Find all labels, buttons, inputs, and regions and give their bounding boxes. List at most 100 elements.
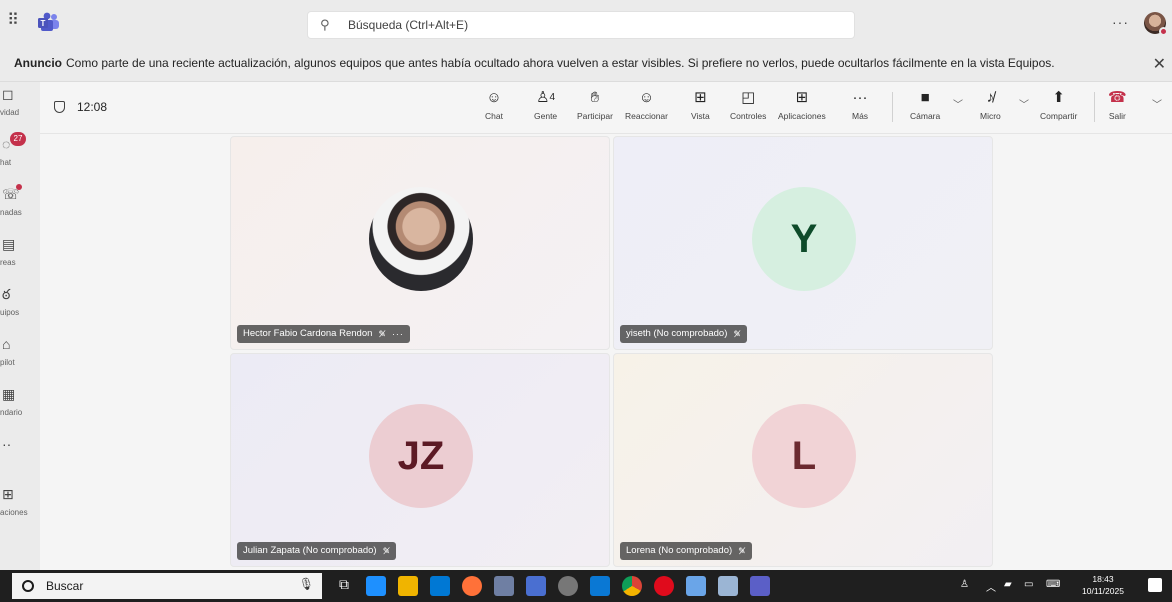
rail-item-teams[interactable]: ఠ uipos bbox=[0, 282, 40, 328]
people-icon: ♙4 bbox=[536, 89, 556, 106]
chrome-icon[interactable] bbox=[622, 576, 642, 596]
app-launcher-icon[interactable]: ⠿ bbox=[4, 12, 22, 30]
rail-item-chat[interactable]: ◌ 27 hat bbox=[0, 132, 40, 178]
controls-button[interactable]: ◰ Controles bbox=[730, 88, 766, 121]
announcement-banner: Anuncio Como parte de una reciente actua… bbox=[0, 44, 1172, 82]
toolbar-divider bbox=[892, 92, 893, 122]
search-icon bbox=[22, 580, 34, 592]
close-icon[interactable]: ✕ bbox=[1153, 54, 1166, 74]
profile-avatar[interactable] bbox=[1144, 12, 1168, 36]
participant-tile[interactable]: Hector Fabio Cardona Rendon ✎̸ ··· bbox=[230, 136, 610, 350]
firefox-icon[interactable] bbox=[462, 576, 482, 596]
bell-icon: ◻ bbox=[2, 86, 14, 102]
app-icon[interactable] bbox=[718, 576, 738, 596]
participant-nameplate: Hector Fabio Cardona Rendon ✎̸ ··· bbox=[237, 325, 410, 343]
presence-busy-icon bbox=[1159, 27, 1168, 36]
mic-muted-icon: ✎̸ bbox=[378, 329, 386, 339]
windows-taskbar: Buscar 🎙︎ ⧉ ♙ ︿ ▰ ▭ ⌨ 18:43 10/11/2025 bbox=[0, 570, 1172, 602]
teams-logo-icon[interactable]: T bbox=[38, 12, 60, 32]
rail-item-calls[interactable]: ☏ nadas bbox=[0, 182, 40, 228]
mic-muted-icon: ✎̸ bbox=[382, 546, 391, 556]
system-clock[interactable]: 18:43 10/11/2025 bbox=[1078, 573, 1128, 597]
copilot-icon: ⌂ bbox=[2, 336, 11, 352]
controls-icon: ◰ bbox=[741, 89, 756, 106]
camera-off-icon: ■ bbox=[920, 89, 930, 106]
react-button[interactable]: ☺ Reaccionar bbox=[625, 88, 668, 121]
chat-button[interactable]: ☺︎ Chat bbox=[485, 88, 503, 121]
add-app-icon: ⊞ bbox=[795, 89, 809, 106]
taskbar-search[interactable]: Buscar 🎙︎ bbox=[12, 573, 322, 599]
emoji-icon: ☺ bbox=[638, 89, 655, 106]
people-tray-icon[interactable]: ♙ bbox=[960, 579, 969, 590]
app-rail: ◻ vidad ◌ 27 hat ☏ nadas ▤ reas ఠ uipos … bbox=[0, 82, 40, 570]
rail-item-tasks[interactable]: ▤ reas bbox=[0, 232, 40, 278]
participant-tile[interactable]: Y yiseth (No comprobado) ✎̸ bbox=[613, 136, 993, 350]
chevron-up-icon[interactable]: ︿ bbox=[986, 579, 996, 594]
share-icon: ⬆ bbox=[1052, 89, 1065, 106]
more-icon: ·· bbox=[2, 436, 12, 452]
mic-chevron-icon[interactable]: ﹀ bbox=[1019, 96, 1029, 111]
video-stage: Hector Fabio Cardona Rendon ✎̸ ··· Y yis… bbox=[40, 134, 1172, 570]
network-icon[interactable]: ▰ bbox=[1004, 579, 1012, 590]
apps-icon: ⊞ bbox=[2, 486, 14, 502]
camera-button[interactable]: ■ Cámara bbox=[910, 88, 940, 121]
participant-tile[interactable]: L Lorena (No comprobado) ✎̸ bbox=[613, 353, 993, 567]
mic-muted-icon: ✎̸ bbox=[738, 546, 746, 556]
search-box[interactable]: ⚲ bbox=[307, 11, 855, 39]
rail-item-calendar[interactable]: ▦ ndario bbox=[0, 382, 40, 428]
file-explorer-icon[interactable] bbox=[398, 576, 418, 596]
meeting-toolbar: 12:08 ☺︎ Chat ♙4 Gente ✋︎ Participar ☺ R… bbox=[40, 82, 1172, 134]
participant-photo bbox=[369, 187, 473, 291]
rail-item-copilot[interactable]: ⌂ pilot bbox=[0, 332, 40, 378]
edge-icon[interactable] bbox=[366, 576, 386, 596]
more-options-icon[interactable]: ··· bbox=[392, 325, 404, 343]
hang-up-icon: ☎ bbox=[1108, 89, 1127, 106]
rail-item-apps[interactable]: ⊞ aciones bbox=[0, 482, 40, 528]
more-button[interactable]: ··· Más bbox=[852, 88, 868, 121]
paint-icon[interactable] bbox=[686, 576, 706, 596]
opera-icon[interactable] bbox=[654, 576, 674, 596]
app-icon[interactable] bbox=[494, 576, 514, 596]
tasks-icon: ▤ bbox=[2, 236, 16, 252]
calendar-icon: ▦ bbox=[2, 386, 16, 402]
participant-avatar: Y bbox=[752, 187, 856, 291]
svg-text:T: T bbox=[41, 19, 46, 28]
mic-off-icon: ♪̸ bbox=[986, 89, 995, 106]
mail-icon[interactable] bbox=[590, 576, 610, 596]
raise-hand-button[interactable]: ✋︎ Participar bbox=[577, 88, 613, 121]
grid-view-icon: ⊞ bbox=[694, 89, 707, 106]
more-options-icon[interactable]: ··· bbox=[1112, 14, 1129, 30]
apps-button[interactable]: ⊞ Aplicaciones bbox=[778, 88, 826, 121]
announcement-label: Anuncio bbox=[14, 55, 62, 70]
share-button[interactable]: ⬆ Compartir bbox=[1040, 88, 1077, 121]
toolbar-divider bbox=[1094, 92, 1095, 122]
battery-icon[interactable]: ▭ bbox=[1024, 579, 1033, 590]
app-icon[interactable] bbox=[526, 576, 546, 596]
leave-chevron-icon[interactable]: ﹀ bbox=[1152, 96, 1162, 111]
task-view-icon[interactable]: ⧉ bbox=[334, 576, 354, 596]
teams-icon: ఠ bbox=[2, 286, 11, 302]
chat-icon: ☺︎ bbox=[486, 89, 502, 106]
rail-item-activity[interactable]: ◻ vidad bbox=[0, 82, 40, 128]
search-icon: ⚲ bbox=[320, 17, 330, 32]
obs-icon[interactable] bbox=[558, 576, 578, 596]
hand-icon: ✋︎ bbox=[590, 89, 600, 106]
keyboard-icon[interactable]: ⌨ bbox=[1046, 579, 1060, 590]
ellipsis-icon: ··· bbox=[852, 89, 868, 106]
view-button[interactable]: ⊞ Vista bbox=[691, 88, 710, 121]
leave-button[interactable]: ☎ Salir bbox=[1108, 88, 1127, 121]
store-icon[interactable] bbox=[430, 576, 450, 596]
camera-chevron-icon[interactable]: ﹀ bbox=[953, 96, 963, 111]
mic-button[interactable]: ♪̸ Micro bbox=[980, 88, 1001, 121]
teams-taskbar-icon[interactable] bbox=[750, 576, 770, 596]
announcement-text: Como parte de una reciente actualización… bbox=[66, 55, 1055, 70]
participant-nameplate: Lorena (No comprobado) ✎̸ bbox=[620, 542, 752, 560]
people-button[interactable]: ♙4 Gente bbox=[534, 88, 557, 121]
shield-icon bbox=[54, 101, 65, 113]
search-input[interactable] bbox=[348, 18, 828, 32]
rail-item-more[interactable]: ·· bbox=[0, 432, 40, 478]
microphone-icon[interactable]: 🎙︎ bbox=[299, 577, 314, 591]
unread-badge: 27 bbox=[10, 132, 26, 146]
participant-tile[interactable]: JZ Julian Zapata (No comprobado) ✎̸ bbox=[230, 353, 610, 567]
notification-icon[interactable] bbox=[1148, 578, 1162, 592]
